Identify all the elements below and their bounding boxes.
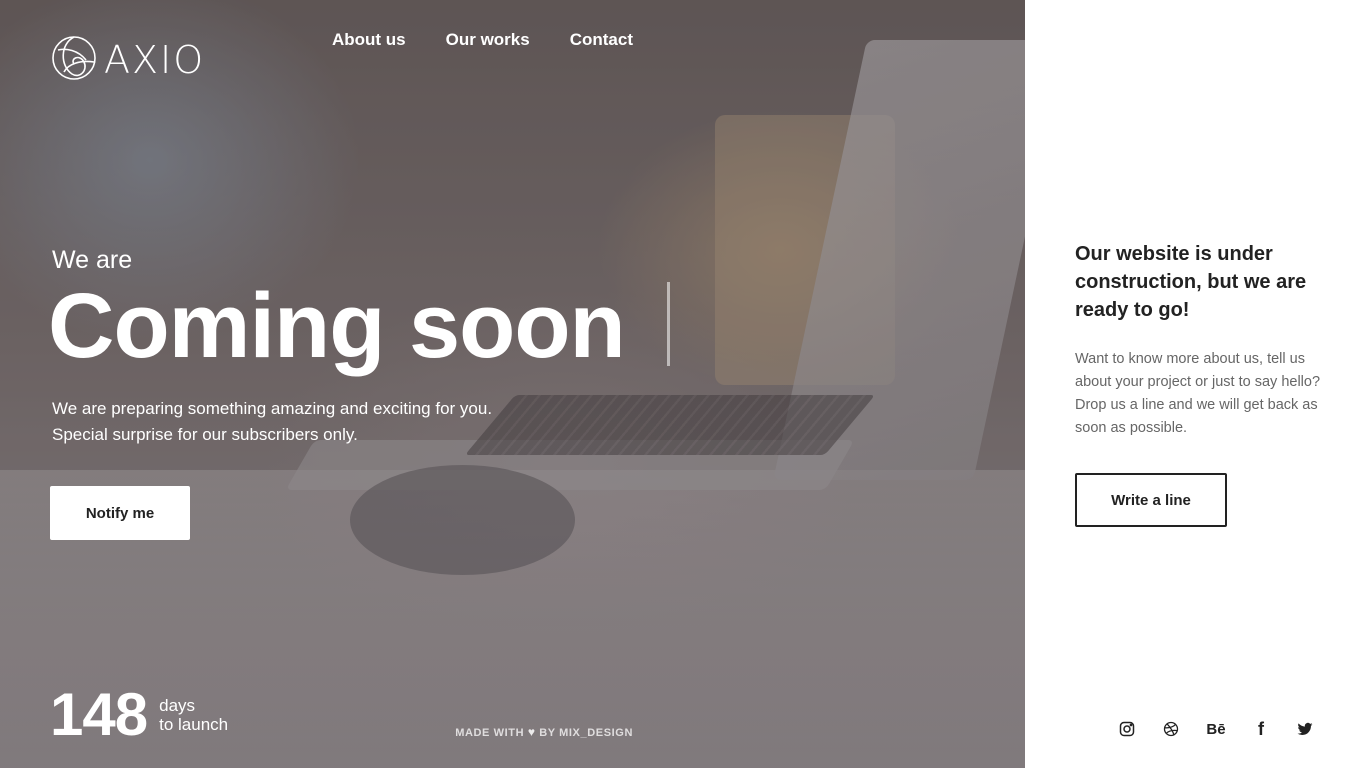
panel-title: Our website is under construction, but w… [1075,243,1307,321]
nav-item-about-us[interactable]: About us [332,30,406,50]
heart-icon: ♥ [527,725,536,739]
made-with-suffix[interactable]: BY MIX_DESIGN [539,727,633,739]
main-nav: About us Our works Contact [332,30,633,50]
write-a-line-button[interactable]: Write a line [1075,473,1227,527]
behance-icon[interactable]: Bē [1206,719,1226,739]
facebook-icon[interactable]: f [1252,719,1270,739]
countdown-value: 148 [50,681,148,748]
twitter-icon[interactable] [1296,719,1314,739]
countdown-unit: days [159,696,196,715]
hero-description-line-1: We are preparing something amazing and e… [52,399,493,418]
nav-item-contact[interactable]: Contact [570,30,633,50]
social-links: Bē f [1118,719,1314,739]
hero-section: AXIO About us Our works Contact We are C… [0,0,1025,768]
hero-overlay [0,0,1025,768]
contact-panel: Our website is under construction, but w… [1025,0,1366,768]
panel-description: Want to know more about us, tell us abou… [1075,351,1321,436]
made-with-prefix: MADE WITH [455,727,525,739]
logo[interactable]: AXIO [50,30,205,90]
hero-headline: Coming soon [48,275,626,377]
nav-item-our-works[interactable]: Our works [446,30,530,50]
dribbble-icon[interactable] [1162,719,1180,739]
made-with-credit: MADE WITH ♥ BY MIX_DESIGN [455,725,633,739]
logo-wordmark: AXIO [104,38,206,82]
logo-mark-icon [52,36,96,80]
instagram-icon[interactable] [1118,719,1136,739]
hero-eyebrow: We are [52,246,133,274]
notify-me-button[interactable]: Notify me [50,486,190,540]
countdown-suffix: to launch [159,715,229,734]
countdown: 148 days to launch [50,684,228,746]
countdown-label: days to launch [159,696,228,734]
hero-description: We are preparing something amazing and e… [52,396,492,448]
text-cursor [667,282,670,366]
hero-description-line-2: Special surprise for our subscribers onl… [52,425,358,444]
